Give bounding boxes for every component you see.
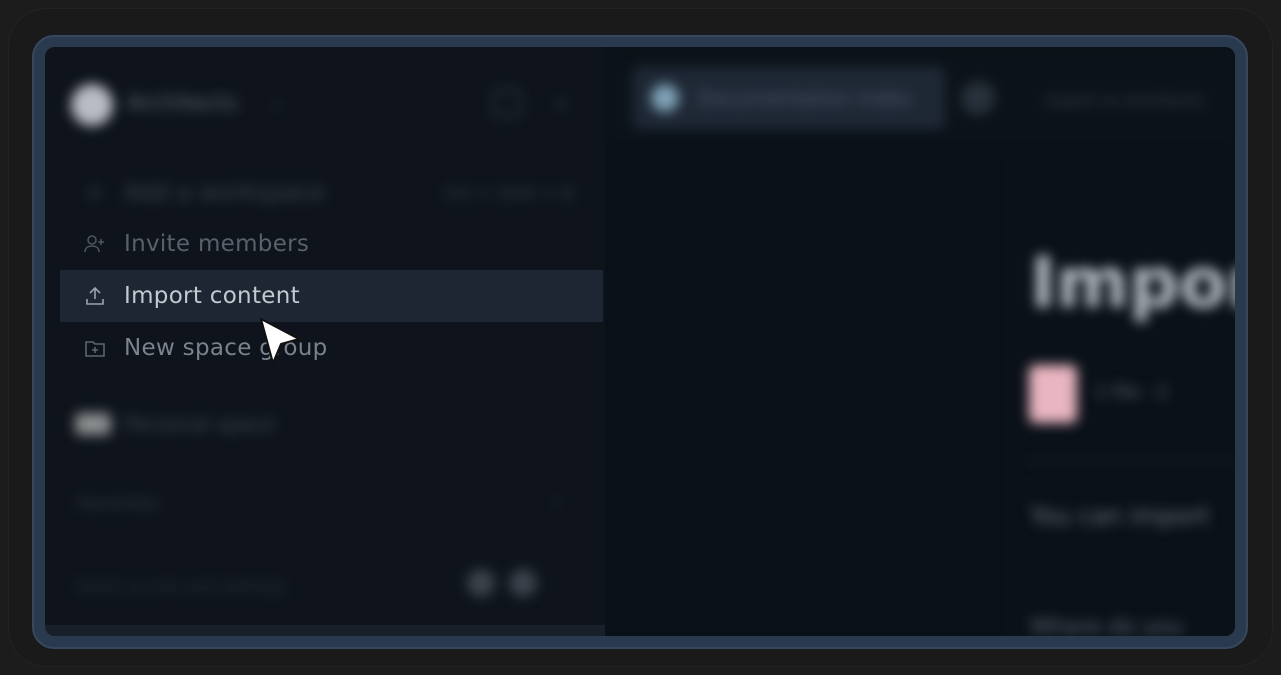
folder-plus-icon <box>82 335 108 361</box>
new-tab-button[interactable] <box>961 81 995 115</box>
breadcrumb: Import to Architects <box>1045 91 1205 110</box>
tab-active[interactable]: Documentation index <box>633 67 945 129</box>
chevron-down-icon[interactable]: ⌄ <box>270 91 285 112</box>
menu-item-add-workspace[interactable]: + Add a workspace Ctrl + Shift + N <box>60 167 603 219</box>
tab-label: Documentation index <box>697 86 913 110</box>
footer-actions <box>467 569 537 597</box>
plus-icon: + <box>85 180 105 206</box>
page-title: Import <box>1030 242 1235 324</box>
sidebar-bottom-bar <box>45 625 605 636</box>
main-area: Documentation index Import to Architects… <box>605 47 1235 636</box>
mouse-pointer-icon <box>259 317 303 373</box>
settings-icon[interactable] <box>509 569 537 597</box>
menu-item-label: Import content <box>124 283 300 309</box>
file-meta: 1 file · 2 <box>1095 382 1169 403</box>
menu-item-new-space-group[interactable]: New space group <box>60 322 603 374</box>
collapse-icon[interactable]: « <box>555 91 567 115</box>
chevron-right-icon[interactable]: › <box>553 491 560 512</box>
body-text: You can import <box>1030 502 1209 530</box>
sidebar: Architects ⌄ « + Add a workspace Ctrl + … <box>45 47 605 636</box>
workspace-header[interactable]: Architects ⌄ « <box>45 47 605 142</box>
upload-icon <box>82 283 108 309</box>
divider <box>1029 460 1235 462</box>
menu-item-invite-members[interactable]: Invite members <box>60 218 603 270</box>
tab-bar: Documentation index Import to Architects <box>605 47 1235 142</box>
app-window: Architects ⌄ « + Add a workspace Ctrl + … <box>45 47 1235 636</box>
user-plus-icon <box>82 231 108 257</box>
help-icon[interactable] <box>467 569 495 597</box>
tab-icon <box>651 84 679 112</box>
workspace-avatar <box>71 84 113 126</box>
square-icon[interactable] <box>493 89 521 117</box>
menu-item-import-content[interactable]: Import content <box>60 270 603 322</box>
workspace-name: Architects <box>127 91 238 116</box>
body-text-secondary: Where do you <box>1030 615 1184 636</box>
personal-space-item[interactable]: Personal space <box>75 412 275 436</box>
content-pane <box>605 142 1005 636</box>
file-icon <box>1029 365 1077 423</box>
personal-space-label: Personal space <box>125 412 276 436</box>
menu-item-label: Add a workspace <box>124 180 325 206</box>
section-header: Favorites <box>77 493 159 514</box>
shortcut-hint: Ctrl + Shift + N <box>444 183 573 203</box>
space-icon <box>75 413 111 435</box>
menu-item-label: Invite members <box>124 231 310 257</box>
sidebar-footer-label: Quick access and settings <box>77 577 286 596</box>
